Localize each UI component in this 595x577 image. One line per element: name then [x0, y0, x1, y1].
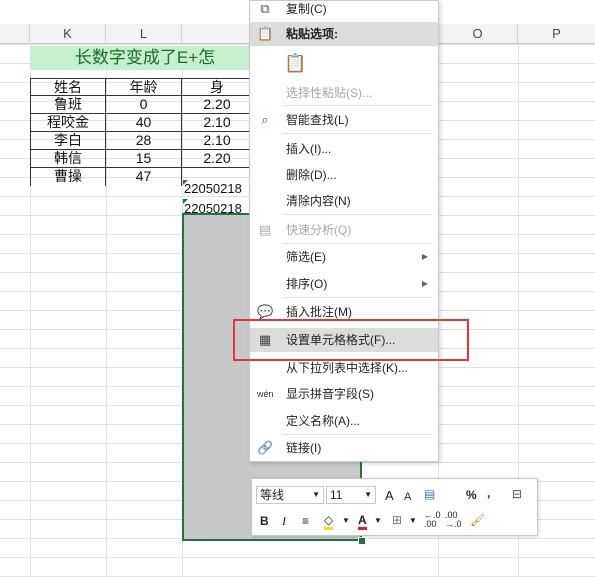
separator: [282, 105, 432, 106]
number-format-icon[interactable]: ▤: [424, 485, 435, 503]
search-icon: ⌕: [261, 112, 269, 127]
cell-id[interactable]: 2.10: [182, 114, 252, 132]
context-menu: ⧉ 复制(C) 📋 粘贴选项: 📋 选择性粘贴(S)... ⌕ 智能查找(L) …: [249, 0, 439, 462]
font-name-value: 等线: [260, 488, 285, 502]
cell-age[interactable]: 47: [106, 168, 182, 186]
separator: [282, 214, 432, 215]
highlight-box: [233, 319, 469, 361]
menu-item-insert[interactable]: 插入(I)...: [250, 137, 438, 161]
column-header-p[interactable]: P: [518, 24, 595, 44]
chevron-down-icon[interactable]: ▼: [342, 512, 350, 530]
menu-item-delete[interactable]: 删除(D)...: [250, 163, 438, 187]
menu-item-show-phonetic[interactable]: wén 显示拼音字段(S): [250, 382, 438, 406]
menu-item-quick-analysis[interactable]: ▤ 快速分析(Q): [250, 218, 438, 242]
column-header-l[interactable]: L: [106, 24, 182, 44]
menu-item-define-name[interactable]: 定义名称(A)...: [250, 409, 438, 433]
separator: [282, 243, 432, 244]
font-name-select[interactable]: 等线 ▼: [256, 486, 324, 504]
cell-name[interactable]: 曹操: [30, 168, 106, 186]
cell-name[interactable]: 程咬金: [30, 114, 106, 132]
paste-options-header: 📋 粘贴选项:: [250, 22, 438, 46]
fill-color-icon[interactable]: ◇: [324, 511, 334, 530]
header-name[interactable]: 姓名: [30, 78, 106, 96]
bold-button[interactable]: B: [260, 512, 269, 530]
quick-analysis-icon: ▤: [258, 222, 272, 237]
chevron-right-icon: ▶: [421, 279, 428, 288]
menu-item-paste-special[interactable]: 选择性粘贴(S)...: [250, 81, 438, 105]
menu-item-sort[interactable]: 排序(O) ▶: [250, 272, 438, 296]
cell-name[interactable]: 李白: [30, 132, 106, 150]
chevron-down-icon: ▼: [312, 490, 320, 499]
menu-item-label: 插入(I)...: [286, 142, 332, 156]
cell-id[interactable]: 2.20: [182, 96, 252, 114]
corner-header: [0, 24, 30, 44]
format-painter-icon[interactable]: 🖌: [470, 511, 485, 529]
column-header-o[interactable]: O: [438, 24, 518, 44]
comment-icon: 💬: [257, 304, 274, 319]
paste-icon: 📋: [284, 53, 307, 73]
borders-icon[interactable]: ⊞: [392, 511, 402, 529]
menu-item-label: 排序(O): [286, 277, 328, 291]
font-size-select[interactable]: 11 ▼: [326, 486, 376, 504]
percent-button[interactable]: %: [466, 486, 477, 504]
menu-item-label: 链接(I): [286, 441, 322, 455]
menu-item-label: 复制(C): [286, 2, 327, 16]
phonetic-icon: wén: [257, 389, 274, 399]
font-size-value: 11: [330, 488, 343, 502]
menu-item-copy[interactable]: ⧉ 复制(C): [250, 0, 438, 21]
cell-id[interactable]: 2.20: [182, 150, 252, 168]
separator: [282, 297, 432, 298]
paste-button[interactable]: 📋: [284, 51, 306, 75]
cell-id[interactable]: 22050218: [182, 180, 252, 198]
header-age[interactable]: 年龄: [106, 78, 182, 96]
menu-item-label: 筛选(E): [286, 250, 326, 264]
cell-id[interactable]: 2.10: [182, 132, 252, 150]
menu-item-label: 选择性粘贴(S)...: [286, 86, 372, 100]
cell-name[interactable]: 韩信: [30, 150, 106, 168]
menu-item-clear[interactable]: 清除内容(N): [250, 189, 438, 213]
italic-button[interactable]: I: [282, 512, 286, 530]
menu-item-link[interactable]: 🔗 链接(I): [250, 436, 438, 460]
clipboard-icon: 📋: [257, 26, 274, 41]
cell-name[interactable]: 鲁班: [30, 96, 106, 114]
menu-item-label: 智能查找(L): [286, 113, 349, 127]
separator: [282, 133, 432, 134]
menu-item-label: 定义名称(A)...: [286, 414, 360, 428]
menu-item-smart-lookup[interactable]: ⌕ 智能查找(L): [250, 108, 438, 132]
align-center-icon[interactable]: ≡: [302, 512, 309, 530]
spreadsheet: K L O P 长数字变成了E+怎 姓名 年龄 身 鲁班 0 2.20 程咬金 …: [0, 0, 595, 577]
comma-button[interactable]: ,: [487, 484, 490, 502]
menu-item-label: 清除内容(N): [286, 194, 351, 208]
link-icon: 🔗: [257, 440, 274, 455]
menu-item-label: 显示拼音字段(S): [286, 387, 374, 401]
chevron-down-icon: ▼: [364, 490, 372, 499]
cell-age[interactable]: 28: [106, 132, 182, 150]
cell-age[interactable]: 40: [106, 114, 182, 132]
error-indicator: [183, 180, 188, 185]
mini-toolbar: 等线 ▼ 11 ▼ A A ▤ % , ⊟ B I ≡ ◇ ▼ A ▼ ⊞ ▼ …: [251, 478, 538, 536]
decrease-decimal-icon[interactable]: .00 →.0: [445, 511, 462, 529]
chevron-down-icon[interactable]: ▼: [374, 512, 382, 530]
chevron-right-icon: ▶: [421, 252, 428, 261]
error-indicator: [183, 199, 188, 204]
separator: [282, 434, 432, 435]
copy-icon: ⧉: [260, 1, 270, 16]
format-icon[interactable]: ⊟: [512, 485, 522, 503]
cell-age[interactable]: 0: [106, 96, 182, 114]
decrease-font-size-button[interactable]: A: [404, 488, 411, 506]
menu-item-filter[interactable]: 筛选(E) ▶: [250, 245, 438, 269]
increase-font-size-button[interactable]: A: [385, 487, 394, 505]
menu-item-label: 粘贴选项:: [286, 27, 338, 41]
fill-handle[interactable]: [358, 537, 366, 545]
menu-item-label: 删除(D)...: [286, 168, 337, 182]
header-id[interactable]: 身: [182, 78, 252, 96]
gridline: [0, 557, 595, 558]
cell-age[interactable]: 15: [106, 150, 182, 168]
font-color-button[interactable]: A: [358, 511, 367, 530]
increase-decimal-icon[interactable]: ←.0 .00: [424, 511, 441, 529]
column-header-k[interactable]: K: [30, 24, 106, 44]
chevron-down-icon[interactable]: ▼: [409, 512, 417, 530]
menu-item-label: 快速分析(Q): [286, 223, 352, 237]
title-cell[interactable]: 长数字变成了E+怎: [30, 46, 260, 70]
